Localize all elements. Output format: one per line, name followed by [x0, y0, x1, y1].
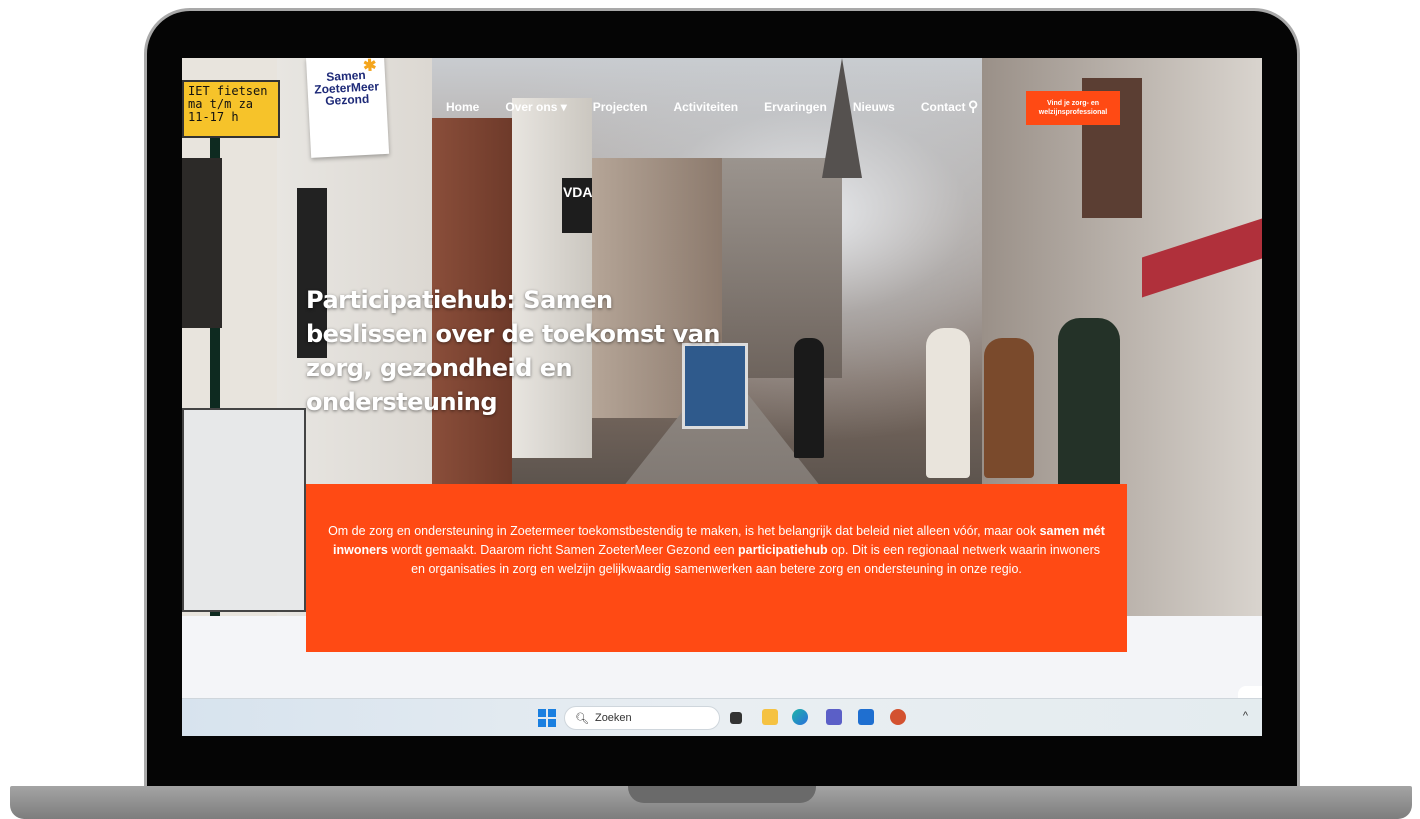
- powerpoint-icon[interactable]: [890, 709, 906, 725]
- intro-bold-2: participatiehub: [738, 543, 828, 557]
- windows-start-icon[interactable]: [538, 709, 556, 727]
- street-sign: IET fietsen ma t/m za 11-17 h: [182, 80, 280, 138]
- chevron-up-icon[interactable]: ^: [1243, 710, 1248, 722]
- search-icon: 🔍︎: [575, 712, 589, 725]
- taskbar-search-input[interactable]: 🔍︎ Zoeken: [564, 706, 720, 730]
- task-view-icon[interactable]: [730, 712, 742, 724]
- laptop-screen: VDAL IET fietsen ma t/m za 11-17 h ✱ Sam…: [182, 58, 1262, 736]
- site-logo[interactable]: ✱ Samen ZoeterMeer Gezond: [306, 58, 390, 158]
- edge-icon[interactable]: [792, 709, 808, 725]
- logo-star-icon: ✱: [362, 58, 377, 76]
- nav-item-nieuws[interactable]: Nieuws: [853, 100, 895, 114]
- nav-item-ervaringen[interactable]: Ervaringen: [764, 100, 827, 114]
- nav-item-projecten[interactable]: Projecten: [593, 100, 648, 114]
- intro-text-1: Om de zorg en ondersteuning in Zoetermee…: [328, 524, 1040, 538]
- chevron-down-icon: ▾: [560, 100, 567, 114]
- nav-item-contact[interactable]: Contact: [921, 100, 966, 114]
- search-placeholder: Zoeken: [594, 712, 632, 724]
- nav-item-over-ons[interactable]: Over ons ▾: [505, 100, 566, 114]
- outlook-icon[interactable]: [858, 709, 874, 725]
- laptop-notch: [628, 786, 816, 803]
- nav-item-home[interactable]: Home: [446, 100, 479, 114]
- taskbar: 🔍︎ Zoeken ^: [182, 698, 1262, 736]
- find-professional-button[interactable]: Vind je zorg- en welzijnsprofessional: [1026, 91, 1120, 125]
- main-nav: Home Over ons ▾ Projecten Activiteiten E…: [446, 100, 992, 114]
- teams-icon[interactable]: [826, 709, 842, 725]
- page-title: Participatiehub: Samen beslissen over de…: [306, 286, 721, 416]
- nav-item-activiteiten[interactable]: Activiteiten: [673, 100, 738, 114]
- file-explorer-icon[interactable]: [762, 709, 778, 725]
- intro-block: Om de zorg en ondersteuning in Zoetermee…: [306, 484, 1127, 652]
- intro-text-2: wordt gemaakt. Daarom richt Samen Zoeter…: [387, 543, 739, 557]
- search-icon[interactable]: ⚲: [968, 98, 978, 115]
